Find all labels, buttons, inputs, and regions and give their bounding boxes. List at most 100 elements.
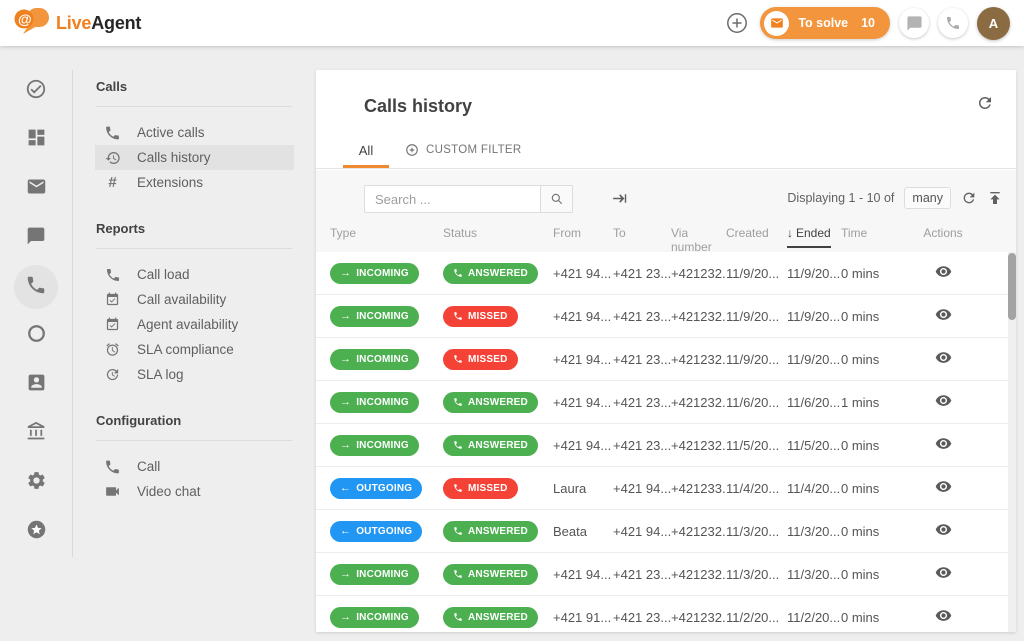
column-header-from[interactable]: From: [553, 226, 613, 240]
rail-item-dashboard[interactable]: [14, 118, 58, 162]
type-badge: ←OUTGOING: [330, 521, 422, 542]
column-header-via-number[interactable]: Via number: [671, 226, 726, 254]
sidebar-item-video-chat[interactable]: Video chat: [95, 479, 294, 504]
phone-icon: [453, 526, 463, 536]
rail-item-gear[interactable]: [14, 461, 58, 505]
sidebar-item-sla-log[interactable]: SLA log: [95, 362, 294, 387]
page-title: Calls history: [364, 96, 472, 117]
sidebar-menu: Calls Active calls Calls history # Exten…: [73, 70, 294, 521]
forward-filter-button[interactable]: [611, 190, 628, 212]
eye-icon: [935, 349, 952, 366]
sidebar-item-call[interactable]: Call: [95, 454, 294, 479]
from-cell: +421 94...: [553, 352, 613, 367]
avatar[interactable]: A: [977, 7, 1010, 40]
type-badge: →INCOMING: [330, 392, 419, 413]
view-call-button[interactable]: [935, 607, 952, 624]
sidebar-item-sla-compliance[interactable]: SLA compliance: [95, 337, 294, 362]
ended-cell: 11/9/20...: [787, 352, 841, 367]
speech-bubble-at-icon: @: [14, 6, 50, 41]
tab-all[interactable]: All: [343, 135, 389, 168]
calls-button[interactable]: [938, 8, 968, 38]
sidebar-item-calls-history[interactable]: Calls history: [95, 145, 294, 170]
status-badge: ANSWERED: [443, 392, 538, 413]
sidebar-item-call-load[interactable]: Call load: [95, 262, 294, 287]
hash-icon: #: [104, 175, 121, 190]
phone-icon: [945, 15, 961, 31]
status-badge: ANSWERED: [443, 607, 538, 628]
column-header-actions[interactable]: Actions: [899, 226, 987, 240]
total-count-button[interactable]: many: [904, 187, 951, 209]
column-header-created[interactable]: Created: [726, 226, 787, 240]
rail-item-mail[interactable]: [14, 167, 58, 211]
column-header-time[interactable]: Time: [841, 226, 899, 240]
ring-icon: [26, 323, 47, 349]
chat-icon: [26, 226, 46, 251]
view-call-button[interactable]: [935, 478, 952, 495]
chat-icon: [906, 15, 923, 32]
refresh-icon: [961, 190, 977, 206]
view-call-button[interactable]: [935, 263, 952, 280]
ended-cell: 11/3/20...: [787, 524, 841, 539]
scroll-to-top-button[interactable]: [987, 190, 1003, 206]
phone-icon: [453, 612, 463, 622]
to-solve-label: To solve: [798, 16, 848, 30]
refresh-button[interactable]: [976, 94, 994, 117]
search-icon: [550, 192, 564, 206]
time-cell: 1 mins: [841, 395, 899, 410]
rail-item-phone[interactable]: [14, 265, 58, 309]
tab-custom-filter[interactable]: CUSTOM FILTER: [389, 135, 537, 168]
liveagent-logo[interactable]: @ LiveAgent: [14, 6, 141, 41]
rail-item-star-circle[interactable]: [14, 510, 58, 554]
sidebar-item-label: Call: [137, 459, 160, 474]
via-number-cell: +421232...: [671, 567, 726, 582]
column-header-ended[interactable]: ↓ Ended: [787, 226, 841, 248]
sidebar-item-extensions[interactable]: # Extensions: [95, 170, 294, 195]
search-input[interactable]: [364, 185, 540, 213]
nav-rail: [0, 46, 72, 641]
view-call-button[interactable]: [935, 306, 952, 323]
time-cell: 0 mins: [841, 309, 899, 324]
arrow-right-icon: →: [340, 397, 351, 408]
to-cell: +421 23...: [613, 395, 671, 410]
rail-item-check-circle[interactable]: [14, 69, 58, 113]
table-row: →INCOMING ANSWERED +421 94... +421 23...…: [316, 252, 1016, 295]
view-call-button[interactable]: [935, 564, 952, 581]
rail-item-contacts-card[interactable]: [14, 363, 58, 407]
star-circle-icon: [26, 519, 47, 545]
rail-item-bank[interactable]: [14, 412, 58, 456]
view-call-button[interactable]: [935, 392, 952, 409]
to-cell: +421 23...: [613, 309, 671, 324]
type-badge: →INCOMING: [330, 306, 419, 327]
add-new-button[interactable]: [723, 9, 751, 37]
phone-icon: [104, 456, 121, 478]
view-call-button[interactable]: [935, 435, 952, 452]
to-solve-button[interactable]: To solve 10: [760, 7, 890, 39]
table-body: →INCOMING ANSWERED +421 94... +421 23...…: [316, 252, 1016, 632]
table-row: →INCOMING ANSWERED +421 94... +421 23...…: [316, 424, 1016, 467]
rail-item-chat[interactable]: [14, 216, 58, 260]
type-badge: →INCOMING: [330, 435, 419, 456]
ended-cell: 11/5/20...: [787, 438, 841, 453]
sidebar-item-active-calls[interactable]: Active calls: [95, 120, 294, 145]
arrow-right-icon: →: [340, 311, 351, 322]
arrow-to-bar-icon: [611, 190, 628, 207]
refresh-list-button[interactable]: [961, 190, 977, 206]
column-header-type[interactable]: Type: [330, 226, 443, 240]
envelope-icon: [764, 11, 789, 36]
sidebar-item-agent-availability[interactable]: Agent availability: [95, 312, 294, 337]
via-number-cell: +421232...: [671, 524, 726, 539]
sort-descending-icon: ↓: [787, 226, 793, 240]
displaying-text: Displaying 1 - 10 of: [787, 191, 894, 205]
rail-item-ring[interactable]: [14, 314, 58, 358]
sidebar-item-label: Agent availability: [137, 317, 238, 332]
search-button[interactable]: [540, 185, 573, 213]
chats-button[interactable]: [899, 8, 929, 38]
view-call-button[interactable]: [935, 349, 952, 366]
view-call-button[interactable]: [935, 521, 952, 538]
column-header-status[interactable]: Status: [443, 226, 553, 240]
search-box: [364, 185, 573, 213]
phone-icon: [453, 483, 463, 493]
scrollbar-thumb[interactable]: [1008, 253, 1016, 320]
column-header-to[interactable]: To: [613, 226, 671, 240]
sidebar-item-call-availability[interactable]: Call availability: [95, 287, 294, 312]
